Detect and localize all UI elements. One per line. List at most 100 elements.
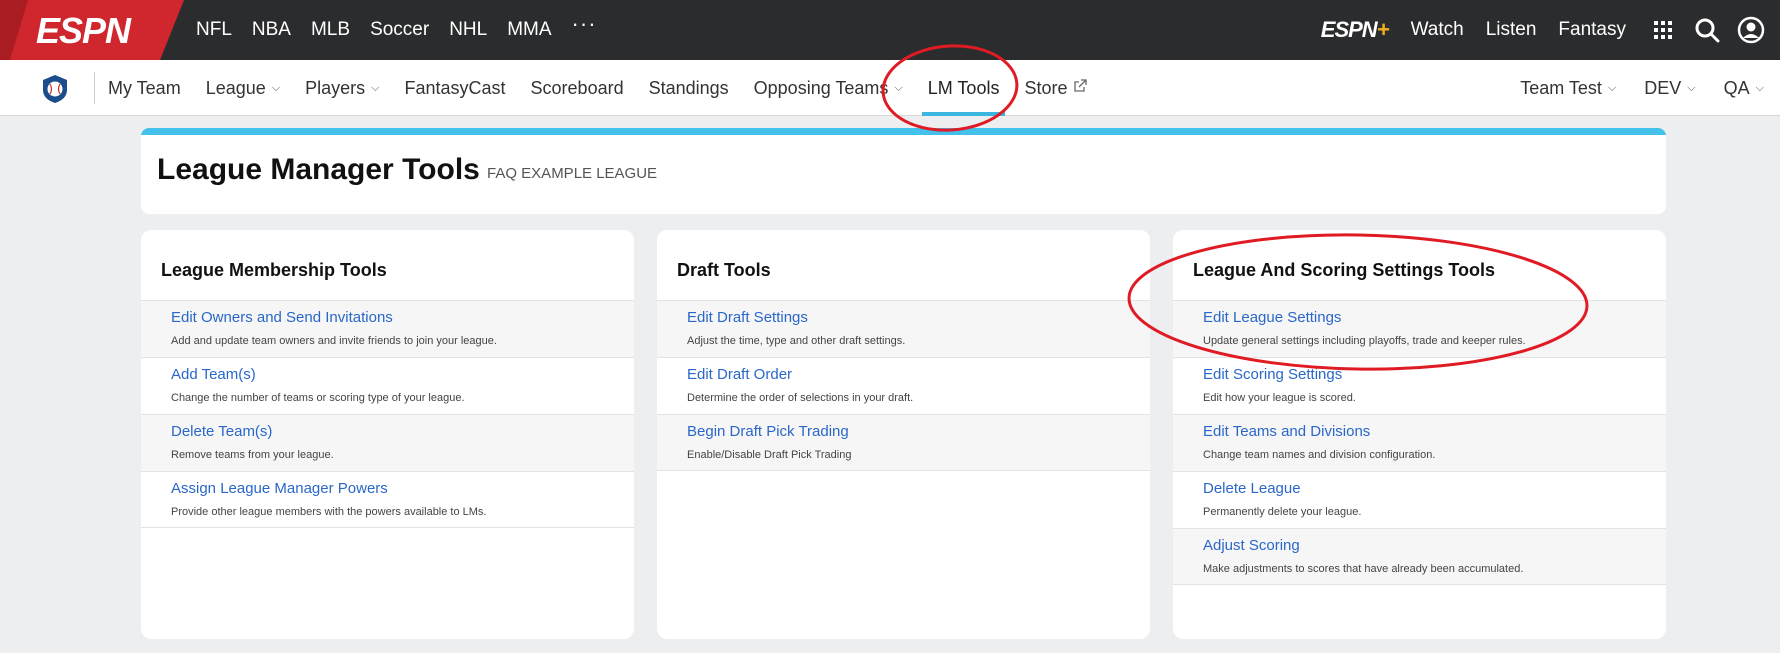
tool-row: Assign League Manager Powers Provide oth…	[141, 471, 634, 528]
nav-lm-tools-label: LM Tools	[927, 77, 1000, 98]
tool-description: Enable/Disable Draft Pick Trading	[687, 449, 852, 461]
tool-list: Edit Draft Settings Adjust the time, typ…	[657, 300, 1150, 471]
league-name: FAQ EXAMPLE LEAGUE	[487, 165, 658, 182]
tool-description: Provide other league members with the po…	[171, 506, 487, 518]
espn-plus-text: ESPN	[1320, 17, 1378, 42]
chevron-down-icon: ⌵	[894, 81, 903, 94]
page-header-card: League Manager Tools FAQ EXAMPLE LEAGUE	[141, 128, 1666, 214]
edit-teams-divisions-link[interactable]: Edit Teams and Divisions	[1203, 423, 1370, 440]
league-scoring-settings-tools-panel: League And Scoring Settings Tools Edit L…	[1173, 230, 1666, 639]
profile-icon[interactable]	[1736, 15, 1766, 45]
tool-description: Change the number of teams or scoring ty…	[171, 392, 465, 404]
edit-league-settings-link[interactable]: Edit League Settings	[1203, 309, 1341, 326]
tool-row: Begin Draft Pick Trading Enable/Disable …	[657, 414, 1150, 471]
team-switcher-label: Team Test	[1520, 77, 1602, 98]
sport-nfl[interactable]: NFL	[196, 19, 232, 41]
sport-nhl[interactable]: NHL	[449, 19, 487, 41]
qa-menu-label: QA	[1723, 77, 1750, 98]
nav-fantasycast-label: FantasyCast	[404, 77, 506, 98]
espn-plus-mark: +	[1376, 17, 1390, 42]
nav-players[interactable]: Players ⌵	[305, 60, 379, 116]
nav-players-label: Players	[305, 77, 366, 98]
espn-logo[interactable]: ESPN	[0, 0, 184, 60]
listen-link[interactable]: Listen	[1486, 19, 1537, 41]
chevron-down-icon: ⌵	[271, 81, 281, 94]
tool-row: Edit Draft Settings Adjust the time, typ…	[657, 300, 1150, 357]
sport-mma[interactable]: MMA	[507, 19, 551, 41]
tool-description: Determine the order of selections in you…	[687, 392, 914, 404]
tool-description: Add and update team owners and invite fr…	[171, 335, 497, 347]
espn-plus-logo[interactable]: ESPN+	[1320, 17, 1390, 43]
more-sports-icon[interactable]: ···	[572, 13, 597, 35]
chevron-down-icon: ⌵	[371, 81, 380, 94]
tool-row: Delete League Permanently delete your le…	[1173, 471, 1666, 528]
nav-store[interactable]: Store	[1024, 60, 1088, 116]
nav-divider	[94, 72, 95, 104]
panel-title: League And Scoring Settings Tools	[1193, 260, 1496, 280]
tool-row: Adjust Scoring Make adjustments to score…	[1173, 528, 1666, 585]
begin-draft-pick-trading-link[interactable]: Begin Draft Pick Trading	[687, 423, 849, 440]
sport-mlb[interactable]: MLB	[311, 19, 350, 41]
panel-title: Draft Tools	[677, 260, 771, 280]
delete-teams-link[interactable]: Delete Team(s)	[171, 423, 272, 440]
qa-menu[interactable]: QA ⌵	[1724, 78, 1764, 99]
page-title: League Manager Tools	[157, 153, 480, 186]
watch-link[interactable]: Watch	[1411, 19, 1464, 41]
team-switcher[interactable]: Team Test ⌵	[1520, 78, 1616, 99]
nav-opposing-teams-label: Opposing Teams	[753, 77, 889, 98]
delete-league-link[interactable]: Delete League	[1203, 480, 1301, 497]
draft-tools-panel: Draft Tools Edit Draft Settings Adjust t…	[657, 230, 1150, 639]
tool-row: Add Team(s) Change the number of teams o…	[141, 357, 634, 414]
chevron-down-icon: ⌵	[1755, 81, 1764, 94]
nav-opposing-teams[interactable]: Opposing Teams ⌵	[754, 60, 903, 116]
tool-row: Edit Draft Order Determine the order of …	[657, 357, 1150, 414]
nav-store-label: Store	[1024, 77, 1068, 98]
nav-fantasycast[interactable]: FantasyCast	[404, 60, 505, 116]
tool-description: Edit how your league is scored.	[1203, 392, 1356, 404]
fantasy-nav: My Team League ⌵ Players ⌵ FantasyCast Sco…	[108, 60, 1112, 116]
external-link-icon	[1073, 79, 1088, 97]
adjust-scoring-link[interactable]: Adjust Scoring	[1203, 537, 1300, 554]
chevron-down-icon: ⌵	[1607, 81, 1617, 94]
tool-row: Delete Team(s) Remove teams from your le…	[141, 414, 634, 471]
apps-grid-icon[interactable]	[1648, 15, 1678, 45]
edit-draft-order-link[interactable]: Edit Draft Order	[687, 366, 792, 383]
fantasy-link[interactable]: Fantasy	[1558, 19, 1626, 41]
add-teams-link[interactable]: Add Team(s)	[171, 366, 256, 383]
dev-menu-label: DEV	[1644, 77, 1682, 98]
nav-standings-label: Standings	[648, 77, 729, 98]
nav-standings[interactable]: Standings	[649, 60, 729, 116]
nav-lm-tools[interactable]: LM Tools	[921, 60, 1006, 116]
search-icon[interactable]	[1692, 15, 1722, 45]
sport-soccer[interactable]: Soccer	[370, 19, 429, 41]
nav-my-team[interactable]: My Team	[108, 60, 181, 116]
tool-description: Remove teams from your league.	[171, 449, 334, 461]
assign-lm-powers-link[interactable]: Assign League Manager Powers	[171, 480, 388, 497]
nav-scoreboard-label: Scoreboard	[530, 77, 624, 98]
espn-logo-text: ESPN	[36, 10, 131, 51]
edit-draft-settings-link[interactable]: Edit Draft Settings	[687, 309, 808, 326]
panel-title: League Membership Tools	[161, 260, 387, 280]
nav-my-team-label: My Team	[108, 77, 181, 98]
edit-owners-link[interactable]: Edit Owners and Send Invitations	[171, 309, 393, 326]
tool-row: Edit League Settings Update general sett…	[1173, 300, 1666, 357]
fantasy-baseball-logo-icon[interactable]	[40, 74, 70, 104]
nav-league-label: League	[205, 77, 266, 98]
tool-description: Permanently delete your league.	[1203, 506, 1362, 518]
tool-description: Update general settings including playof…	[1203, 335, 1526, 347]
fantasy-nav-right: Team Test ⌵ DEV ⌵ QA ⌵	[1492, 60, 1764, 116]
sport-nba[interactable]: NBA	[252, 19, 291, 41]
tool-row: Edit Teams and Divisions Change team nam…	[1173, 414, 1666, 471]
header-accent-bar	[141, 128, 1666, 135]
tool-description: Make adjustments to scores that have alr…	[1203, 563, 1524, 575]
espn-top-bar: ESPN NFL NBA MLB Soccer NHL MMA ··· ESPN…	[0, 0, 1780, 60]
nav-league[interactable]: League ⌵	[206, 60, 280, 116]
tool-description: Adjust the time, type and other draft se…	[687, 335, 906, 347]
tool-list: Edit Owners and Send Invitations Add and…	[141, 300, 634, 528]
league-membership-tools-panel: League Membership Tools Edit Owners and …	[141, 230, 634, 639]
dev-menu[interactable]: DEV ⌵	[1644, 78, 1695, 99]
sports-nav: NFL NBA MLB Soccer NHL MMA ···	[196, 0, 597, 60]
edit-scoring-settings-link[interactable]: Edit Scoring Settings	[1203, 366, 1342, 383]
nav-scoreboard[interactable]: Scoreboard	[531, 60, 624, 116]
tool-row: Edit Scoring Settings Edit how your leag…	[1173, 357, 1666, 414]
